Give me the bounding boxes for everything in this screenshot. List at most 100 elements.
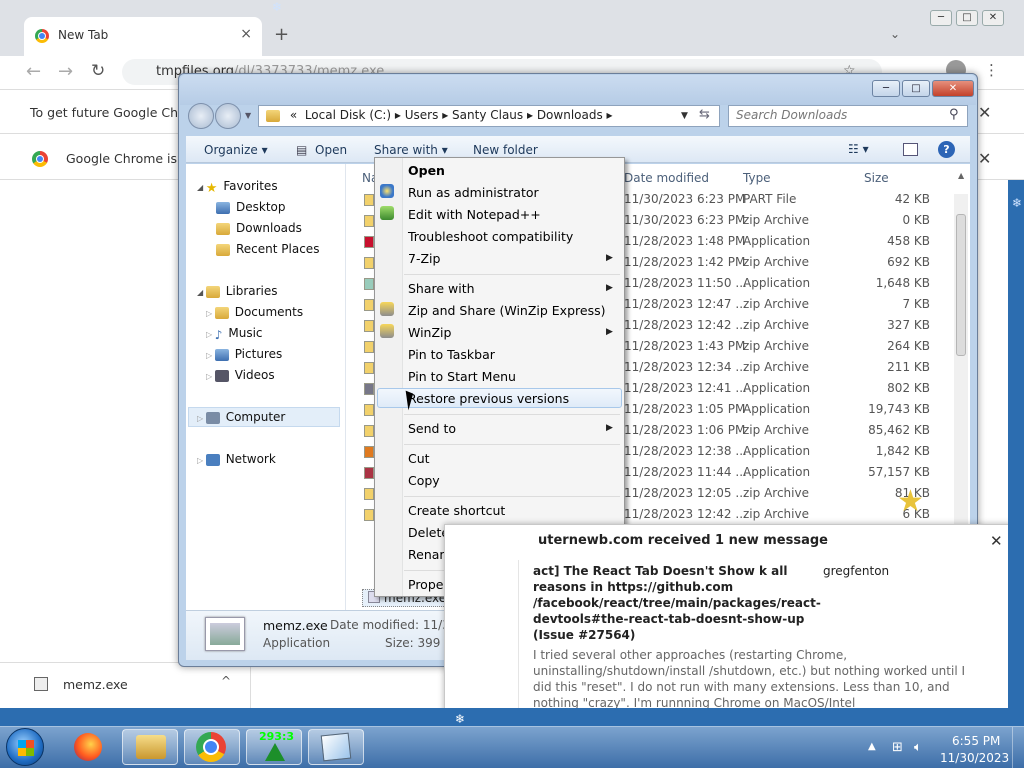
tab-close-icon[interactable]: × — [240, 26, 252, 42]
menu-create-shortcut[interactable]: Create shortcut — [408, 503, 505, 518]
file-size[interactable]: 7 KB — [850, 297, 930, 311]
tab-new-tab[interactable]: New Tab × — [24, 17, 262, 56]
explorer-minimize-button[interactable]: ─ — [872, 80, 900, 97]
breadcrumb-users[interactable]: Users — [405, 108, 439, 122]
forward-arrow-icon[interactable]: → — [58, 61, 73, 82]
preview-pane-icon[interactable] — [903, 143, 918, 156]
maximize-button[interactable]: □ — [956, 10, 978, 26]
tree-documents[interactable]: ▷ Documents — [206, 305, 303, 319]
menu-cut[interactable]: Cut — [408, 451, 430, 466]
scroll-up-icon[interactable]: ▲ — [958, 171, 964, 180]
menu-winzip[interactable]: WinZip — [408, 325, 451, 340]
file-type[interactable]: zip Archive — [743, 486, 809, 500]
menu-open[interactable]: Open — [408, 163, 445, 178]
share-with-button[interactable]: Share with ▾ — [374, 143, 448, 157]
file-date[interactable]: 11/28/2023 11:44 ... — [624, 465, 747, 479]
file-date[interactable]: 11/28/2023 12:42 ... — [624, 318, 747, 332]
explorer-close-button[interactable]: ✕ — [932, 80, 974, 97]
breadcrumb-local-disk[interactable]: Local Disk (C:) — [305, 108, 391, 122]
new-tab-button[interactable]: + — [274, 24, 289, 45]
recent-pages-chevron-icon[interactable]: ▼ — [245, 111, 251, 120]
menu-7zip[interactable]: 7-Zip — [408, 251, 440, 266]
open-button[interactable]: Open — [315, 143, 347, 157]
minimize-button[interactable]: ─ — [930, 10, 952, 26]
file-size[interactable]: 458 KB — [850, 234, 930, 248]
menu-zip-share[interactable]: Zip and Share (WinZip Express) — [408, 303, 605, 318]
file-type[interactable]: Application — [743, 381, 810, 395]
network-icon[interactable]: ⊞ — [892, 740, 903, 755]
file-size[interactable]: 1,648 KB — [850, 276, 930, 290]
tree-downloads[interactable]: Downloads — [216, 221, 302, 235]
column-header-date[interactable]: Date modified — [624, 171, 709, 185]
chrome-menu-icon[interactable]: ⋮ — [984, 61, 999, 79]
tree-favorites[interactable]: ◢ ★ Favorites — [197, 179, 278, 196]
explorer-forward-button[interactable] — [215, 103, 241, 129]
file-date[interactable]: 11/28/2023 12:47 ... — [624, 297, 747, 311]
file-type[interactable]: Application — [743, 234, 810, 248]
file-type[interactable]: zip Archive — [743, 507, 809, 521]
tab-search-chevron-icon[interactable]: ⌄ — [890, 27, 900, 41]
breadcrumb-overflow[interactable]: « — [290, 108, 297, 122]
search-icon[interactable]: ⚲ — [949, 107, 959, 122]
tree-pictures[interactable]: ▷ Pictures — [206, 347, 282, 361]
tree-desktop[interactable]: Desktop — [216, 200, 286, 214]
breadcrumb-downloads[interactable]: Downloads — [537, 108, 603, 122]
file-date[interactable]: 11/30/2023 6:23 PM — [624, 192, 745, 206]
file-type[interactable]: Application — [743, 465, 810, 479]
file-type[interactable]: zip Archive — [743, 255, 809, 269]
clock-time[interactable]: 6:55 PM — [952, 734, 1000, 748]
menu-pin-start[interactable]: Pin to Start Menu — [408, 369, 516, 384]
tree-computer[interactable]: ▷ Computer — [197, 410, 285, 424]
show-hidden-icons-icon[interactable]: ▲ — [868, 741, 876, 752]
reload-icon[interactable]: ↻ — [91, 61, 105, 81]
start-button[interactable] — [6, 728, 44, 766]
file-type[interactable]: PART File — [743, 192, 796, 206]
view-options-icon[interactable]: ☷ ▾ — [848, 142, 869, 156]
menu-send-to[interactable]: Send to — [408, 421, 456, 436]
file-size[interactable]: 85,462 KB — [850, 423, 930, 437]
back-arrow-icon[interactable]: ← — [26, 61, 41, 82]
file-size[interactable]: 57,157 KB — [850, 465, 930, 479]
tree-music[interactable]: ▷ ♪ Music — [206, 326, 263, 342]
menu-troubleshoot[interactable]: Troubleshoot compatibility — [408, 229, 573, 244]
file-size[interactable]: 1,842 KB — [850, 444, 930, 458]
tree-recent-places[interactable]: Recent Places — [216, 242, 319, 256]
file-type[interactable]: zip Archive — [743, 213, 809, 227]
show-desktop-button[interactable] — [1012, 727, 1024, 768]
file-type[interactable]: zip Archive — [743, 423, 809, 437]
menu-share-with[interactable]: Share with — [408, 281, 475, 296]
file-size[interactable]: 264 KB — [850, 339, 930, 353]
breadcrumb-santy-claus[interactable]: Santy Claus — [452, 108, 523, 122]
file-date[interactable]: 11/28/2023 1:43 PM — [624, 339, 745, 353]
menu-restore-versions[interactable]: Restore previous versions — [408, 391, 569, 406]
file-type[interactable]: zip Archive — [743, 297, 809, 311]
explorer-maximize-button[interactable]: □ — [902, 80, 930, 97]
file-size[interactable]: 692 KB — [850, 255, 930, 269]
new-folder-button[interactable]: New folder — [473, 143, 538, 157]
file-date[interactable]: 11/28/2023 12:05 ... — [624, 486, 747, 500]
file-date[interactable]: 11/28/2023 12:42 ... — [624, 507, 747, 521]
file-type[interactable]: zip Archive — [743, 318, 809, 332]
file-type[interactable]: zip Archive — [743, 360, 809, 374]
scrollbar-thumb[interactable] — [956, 214, 966, 356]
file-type[interactable]: Application — [743, 402, 810, 416]
menu-run-as-admin[interactable]: Run as administrator — [408, 185, 539, 200]
file-size[interactable]: 802 KB — [850, 381, 930, 395]
close-button[interactable]: ✕ — [982, 10, 1004, 26]
menu-copy[interactable]: Copy — [408, 473, 440, 488]
default-bar-close-icon[interactable]: ✕ — [978, 149, 991, 168]
file-type[interactable]: Application — [743, 444, 810, 458]
file-size[interactable]: 327 KB — [850, 318, 930, 332]
download-filename[interactable]: memz.exe — [63, 677, 128, 692]
tree-libraries[interactable]: ◢ Libraries — [197, 284, 278, 298]
column-header-type[interactable]: Type — [743, 171, 771, 185]
file-date[interactable]: 11/28/2023 1:06 PM — [624, 423, 745, 437]
menu-pin-taskbar[interactable]: Pin to Taskbar — [408, 347, 495, 362]
file-date[interactable]: 11/28/2023 12:38 ... — [624, 444, 747, 458]
file-date[interactable]: 11/30/2023 6:23 PM — [624, 213, 745, 227]
column-header-size[interactable]: Size — [864, 171, 889, 185]
tree-videos[interactable]: ▷ Videos — [206, 368, 275, 382]
download-chevron-icon[interactable]: ^ — [221, 674, 231, 688]
menu-delete[interactable]: Delete — [408, 525, 449, 540]
clock-date[interactable]: 11/30/2023 — [940, 751, 1009, 765]
